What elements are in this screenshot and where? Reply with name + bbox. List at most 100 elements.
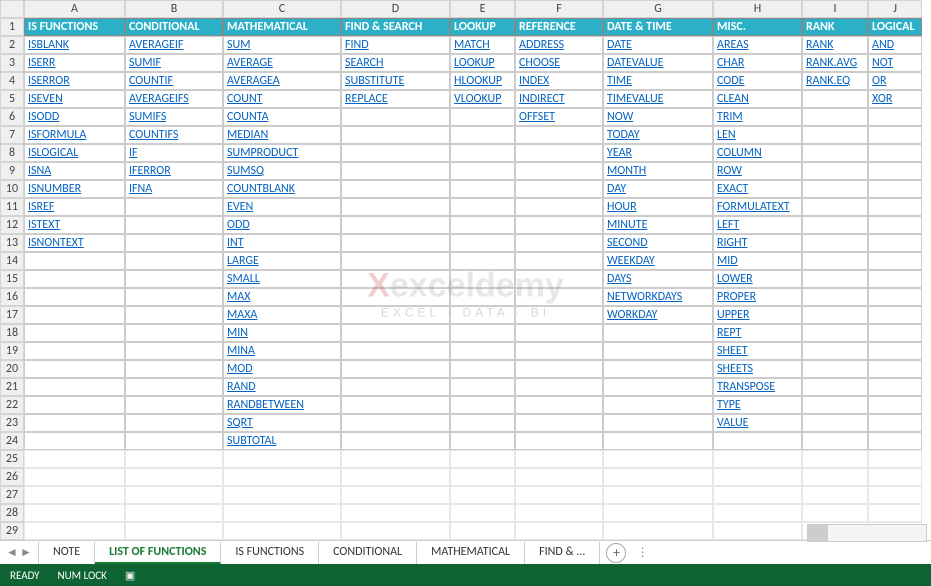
function-link[interactable]: SUMIF [129, 56, 161, 70]
cell[interactable] [223, 450, 341, 468]
cell[interactable] [868, 450, 922, 468]
cell[interactable] [24, 360, 125, 378]
cell[interactable]: CODE [713, 72, 802, 90]
function-link[interactable]: COUNTIFS [129, 128, 178, 142]
cell[interactable] [125, 324, 223, 342]
table-header-cell[interactable]: LOGICAL [868, 18, 922, 36]
cell[interactable] [24, 306, 125, 324]
cell[interactable]: ISODD [24, 108, 125, 126]
function-link[interactable]: AREAS [717, 38, 749, 52]
function-link[interactable]: SUMIFS [129, 110, 166, 124]
row-header[interactable]: 13 [0, 234, 24, 252]
cell[interactable]: MOD [223, 360, 341, 378]
cell[interactable] [341, 342, 450, 360]
function-link[interactable]: MINUTE [607, 218, 647, 232]
cell[interactable] [515, 360, 603, 378]
cell[interactable] [515, 432, 603, 450]
function-link[interactable]: DATE [607, 38, 632, 52]
cell[interactable] [515, 306, 603, 324]
row-header[interactable]: 25 [0, 450, 24, 468]
cell[interactable]: REPLACE [341, 90, 450, 108]
function-link[interactable]: COUNTIF [129, 74, 173, 88]
cell[interactable]: ISTEXT [24, 216, 125, 234]
function-link[interactable]: YEAR [607, 146, 632, 160]
cell[interactable]: ISFORMULA [24, 126, 125, 144]
cell[interactable] [515, 270, 603, 288]
row-header[interactable]: 20 [0, 360, 24, 378]
cell[interactable] [603, 342, 713, 360]
cell[interactable]: VALUE [713, 414, 802, 432]
cell[interactable]: SQRT [223, 414, 341, 432]
function-link[interactable]: ISEVEN [28, 92, 63, 106]
function-link[interactable]: REPT [717, 326, 741, 340]
cell[interactable] [603, 468, 713, 486]
horizontal-scrollbar[interactable] [807, 524, 927, 542]
cell[interactable]: LEFT [713, 216, 802, 234]
cell[interactable] [802, 378, 868, 396]
table-header-cell[interactable]: RANK [802, 18, 868, 36]
row-header[interactable]: 23 [0, 414, 24, 432]
cell[interactable]: ISBLANK [24, 36, 125, 54]
cell[interactable] [450, 396, 515, 414]
function-link[interactable]: RANK [806, 38, 833, 52]
function-link[interactable]: RANK.EQ [806, 74, 850, 88]
cell[interactable] [125, 360, 223, 378]
cell[interactable]: CHAR [713, 54, 802, 72]
function-link[interactable]: COUNT [227, 92, 263, 106]
cell[interactable]: SUBTOTAL [223, 432, 341, 450]
spreadsheet-grid[interactable]: ABCDEFGHIJ1IS FUNCTIONSCONDITIONALMATHEM… [0, 0, 931, 540]
cell[interactable] [515, 162, 603, 180]
cell[interactable] [802, 450, 868, 468]
cell[interactable]: RANK.AVG [802, 54, 868, 72]
cell[interactable]: SUMIF [125, 54, 223, 72]
cell[interactable]: COUNTA [223, 108, 341, 126]
cell[interactable]: OFFSET [515, 108, 603, 126]
cell[interactable] [515, 288, 603, 306]
column-header[interactable]: I [802, 0, 868, 18]
cell[interactable] [802, 360, 868, 378]
cell[interactable]: SMALL [223, 270, 341, 288]
cell[interactable]: DAY [603, 180, 713, 198]
cell[interactable]: ISNUMBER [24, 180, 125, 198]
cell[interactable]: TIME [603, 72, 713, 90]
row-header[interactable]: 21 [0, 378, 24, 396]
table-header-cell[interactable]: FIND & SEARCH [341, 18, 450, 36]
cell[interactable]: ISERROR [24, 72, 125, 90]
cell[interactable]: NOT [868, 54, 922, 72]
cell[interactable] [603, 450, 713, 468]
function-link[interactable]: ADDRESS [519, 38, 564, 52]
row-header[interactable]: 18 [0, 324, 24, 342]
cell[interactable] [341, 288, 450, 306]
function-link[interactable]: IFERROR [129, 164, 171, 178]
cell[interactable] [341, 432, 450, 450]
cell[interactable]: EVEN [223, 198, 341, 216]
cell[interactable] [868, 234, 922, 252]
cell[interactable]: OR [868, 72, 922, 90]
cell[interactable] [450, 180, 515, 198]
function-link[interactable]: MONTH [607, 164, 646, 178]
cell[interactable] [802, 126, 868, 144]
column-header[interactable]: E [450, 0, 515, 18]
cell[interactable] [341, 216, 450, 234]
function-link[interactable]: ISREF [28, 200, 54, 214]
cell[interactable] [603, 360, 713, 378]
cell[interactable] [450, 306, 515, 324]
cell[interactable] [868, 432, 922, 450]
function-link[interactable]: DAY [607, 182, 626, 196]
row-header[interactable]: 27 [0, 486, 24, 504]
cell[interactable]: SHEETS [713, 360, 802, 378]
cell[interactable]: TODAY [603, 126, 713, 144]
function-link[interactable]: TODAY [607, 128, 640, 142]
cell[interactable] [868, 180, 922, 198]
cell[interactable] [24, 432, 125, 450]
cell[interactable] [802, 486, 868, 504]
column-header[interactable]: H [713, 0, 802, 18]
row-header[interactable]: 5 [0, 90, 24, 108]
function-link[interactable]: AND [872, 38, 894, 52]
table-header-cell[interactable]: REFERENCE [515, 18, 603, 36]
cell[interactable]: AND [868, 36, 922, 54]
cell[interactable]: SUMIFS [125, 108, 223, 126]
cell[interactable]: INT [223, 234, 341, 252]
function-link[interactable]: IFNA [129, 182, 152, 196]
cell[interactable] [125, 414, 223, 432]
